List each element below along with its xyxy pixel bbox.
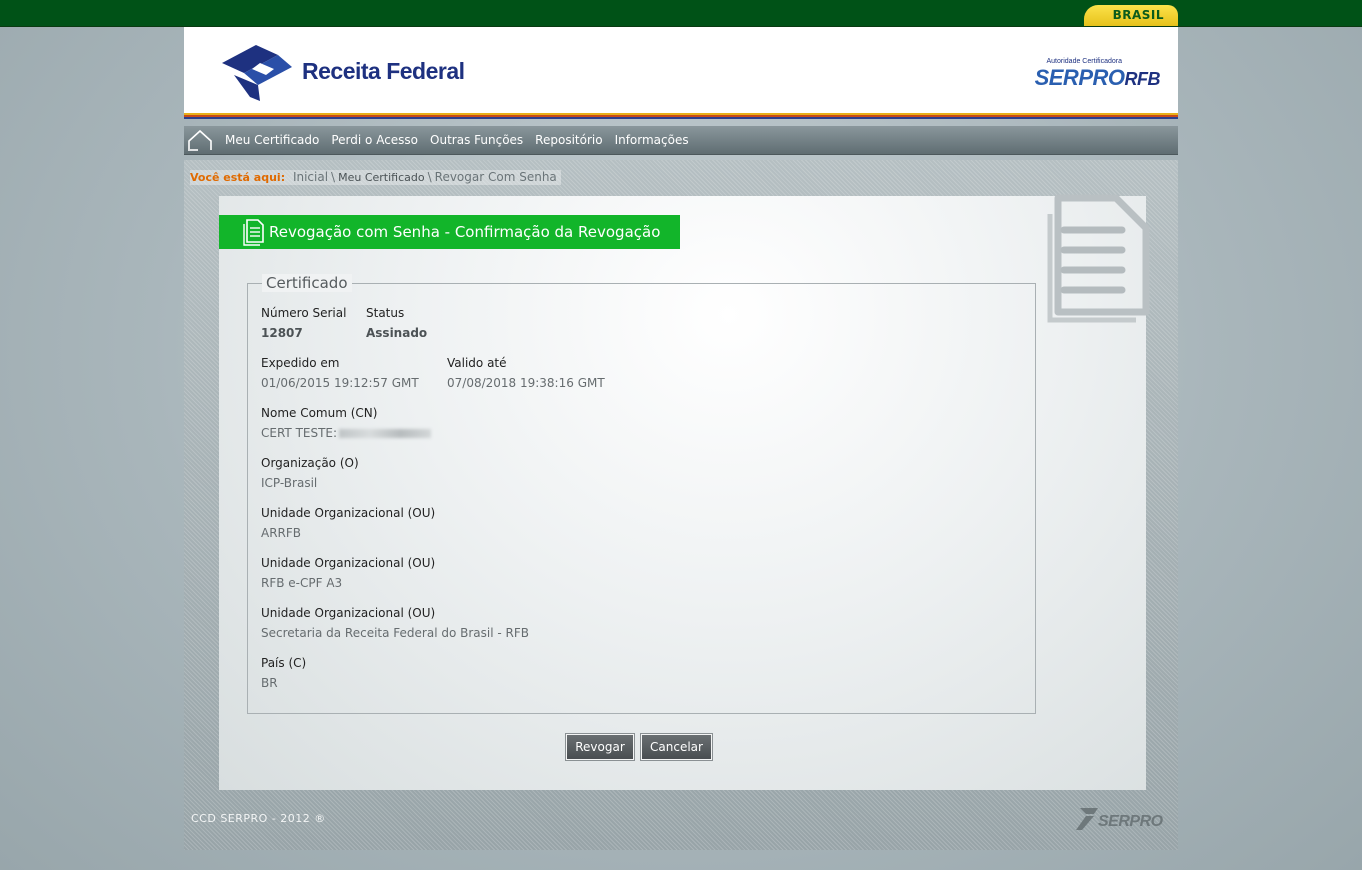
common-name-label: Nome Comum (CN) <box>261 406 378 420</box>
nav-item-perdi-acesso[interactable]: Perdi o Acesso <box>331 126 418 154</box>
valid-until-value: 07/08/2018 19:38:16 GMT <box>447 376 605 390</box>
ou2-label: Unidade Organizacional (OU) <box>261 556 436 570</box>
footer-serpro-logo[interactable]: SERPRO <box>1074 804 1164 834</box>
nav-items: Meu Certificado Perdi o Acesso Outras Fu… <box>225 126 701 154</box>
common-name-row: CERT TESTE: <box>261 426 432 440</box>
country-label: País (C) <box>261 656 307 670</box>
document-watermark-icon <box>1047 194 1150 323</box>
breadcrumb-item-inicial[interactable]: Inicial <box>293 170 328 184</box>
ou3-value: Secretaria da Receita Federal do Brasil … <box>261 626 530 640</box>
serial-label: Número Serial <box>261 306 347 320</box>
document-icon <box>243 219 264 246</box>
serpro-rfb-logo[interactable]: SERPRORFB <box>1034 65 1161 91</box>
government-bar: BRASIL <box>0 0 1362 27</box>
revoke-button[interactable]: Revogar <box>565 733 635 761</box>
nav-item-meu-certificado[interactable]: Meu Certificado <box>225 126 319 154</box>
page-title: Revogação com Senha - Confirmação da Rev… <box>269 223 661 241</box>
footer-copyright: CCD SERPRO - 2012 ® <box>191 812 326 825</box>
site-header: Receita Federal Autoridade Certificadora… <box>184 27 1178 113</box>
serpro-caption: Autoridade Certificadora <box>1046 58 1123 65</box>
organization-value: ICP-Brasil <box>261 476 318 490</box>
breadcrumb-separator: \ <box>427 170 432 184</box>
issued-value: 01/06/2015 19:12:57 GMT <box>261 376 419 390</box>
breadcrumb: Você está aqui: Inicial \ Meu Certificado \… <box>190 170 561 185</box>
nav-item-outras-funcoes[interactable]: Outras Funções <box>430 126 523 154</box>
valid-until-label: Valido até <box>447 356 507 370</box>
breadcrumb-item-meu-certificado[interactable]: Meu Certificado <box>338 171 425 184</box>
serpro-name: SERPRO <box>1034 65 1125 90</box>
ou1-label: Unidade Organizacional (OU) <box>261 506 436 520</box>
serpro-mark-icon <box>1076 808 1098 830</box>
page-title-bar: Revogação com Senha - Confirmação da Rev… <box>219 215 680 249</box>
status-label: Status <box>366 306 405 320</box>
serpro-suffix: RFB <box>1124 69 1161 89</box>
breadcrumb-label: Você está aqui: <box>190 171 286 184</box>
header-stripes <box>184 113 1178 119</box>
serial-value: 12807 <box>261 326 303 340</box>
ou3-label: Unidade Organizacional (OU) <box>261 606 436 620</box>
ou2-value: RFB e-CPF A3 <box>261 576 343 590</box>
receita-federal-logo-icon[interactable] <box>220 41 300 103</box>
logo-text[interactable]: Receita Federal <box>302 58 465 85</box>
nav-item-informacoes[interactable]: Informações <box>615 126 689 154</box>
redacted-blur <box>339 429 432 438</box>
cancel-button[interactable]: Cancelar <box>640 733 713 761</box>
certificate-legend: Certificado <box>262 274 352 292</box>
issued-label: Expedido em <box>261 356 340 370</box>
organization-label: Organização (O) <box>261 456 359 470</box>
certificate-fieldset <box>247 283 1036 714</box>
home-icon[interactable] <box>188 129 212 151</box>
common-name-value: CERT TESTE: <box>261 426 338 440</box>
status-value: Assinado <box>366 326 428 340</box>
ou1-value: ARRFB <box>261 526 302 540</box>
breadcrumb-separator: \ <box>331 170 336 184</box>
breadcrumb-item-current: Revogar Com Senha <box>434 170 557 184</box>
main-nav: Meu Certificado Perdi o Acesso Outras Fu… <box>184 126 1178 155</box>
footer-logo-text: SERPRO <box>1098 813 1163 830</box>
brasil-badge[interactable]: BRASIL <box>1084 5 1178 26</box>
nav-item-repositorio[interactable]: Repositório <box>535 126 602 154</box>
country-value: BR <box>261 676 278 690</box>
